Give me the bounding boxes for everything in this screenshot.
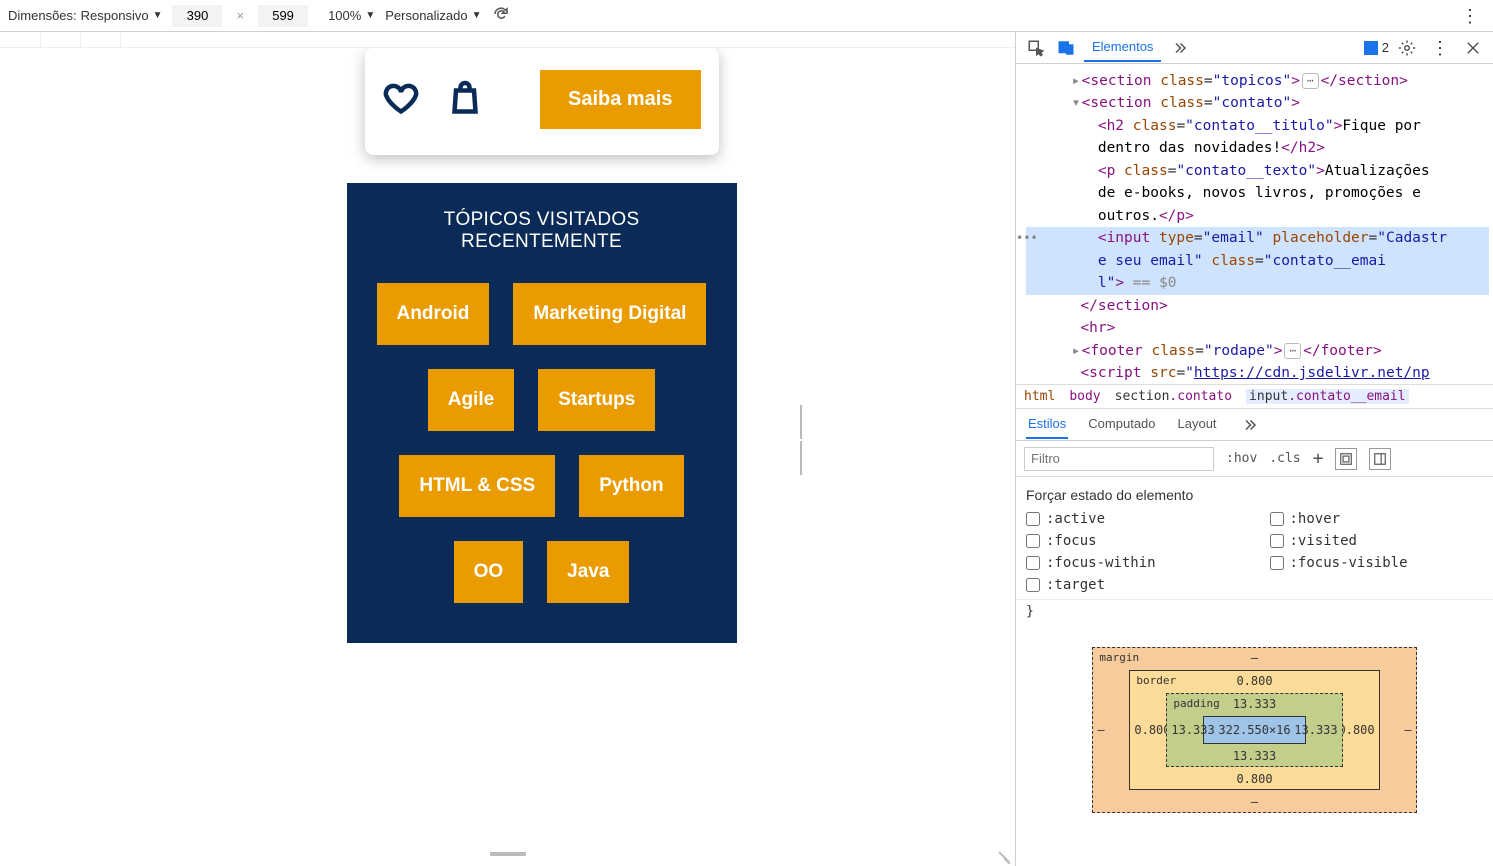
caret-down-icon: ▼ xyxy=(153,10,163,21)
topic-chip[interactable]: Java xyxy=(547,541,629,603)
topic-chip[interactable]: Android xyxy=(377,283,490,345)
topic-chip[interactable]: Startups xyxy=(538,369,655,431)
topic-chip[interactable]: Agile xyxy=(428,369,514,431)
tab-elements[interactable]: Elementos xyxy=(1084,33,1161,62)
issues-count: 2 xyxy=(1382,40,1389,55)
padding-label: padding xyxy=(1173,697,1219,710)
product-card: Saiba mais xyxy=(365,48,719,155)
device-toolbar: Dimensões: Responsivo ▼ × 100% ▼ Persona… xyxy=(0,0,1493,32)
hov-toggle[interactable]: :hov xyxy=(1226,451,1257,466)
crumb-input[interactable]: input.contato__email xyxy=(1246,389,1409,404)
viewport-pane: Saiba mais TÓPICOS VISITADOS RECENTEMENT… xyxy=(0,32,1015,866)
dimension-separator: × xyxy=(232,8,248,23)
throttle-value: Personalizado xyxy=(385,8,467,23)
force-state-panel: Forçar estado do elemento :active :hover… xyxy=(1016,477,1493,600)
devtools-tabbar: Elementos 2 ⋮ xyxy=(1016,32,1493,64)
border-label: border xyxy=(1136,674,1176,687)
caret-down-icon: ▼ xyxy=(472,10,482,21)
ruler xyxy=(0,32,1015,48)
sidebar-toggle-icon[interactable] xyxy=(1369,448,1391,470)
content-size[interactable]: 322.550×16 xyxy=(1203,716,1305,744)
topic-chip[interactable]: Marketing Digital xyxy=(513,283,706,345)
subtab-styles[interactable]: Estilos xyxy=(1026,410,1068,439)
width-input[interactable] xyxy=(172,5,222,27)
subtab-layout[interactable]: Layout xyxy=(1176,410,1219,439)
caret-down-icon: ▼ xyxy=(365,10,375,21)
state-visited[interactable]: :visited xyxy=(1270,533,1484,549)
throttle-dropdown[interactable]: Personalizado ▼ xyxy=(385,8,481,23)
empty-rule-brace: } xyxy=(1016,600,1493,623)
topic-chip[interactable]: OO xyxy=(454,541,524,603)
emulated-viewport: Saiba mais TÓPICOS VISITADOS RECENTEMENT… xyxy=(347,48,737,647)
devtools-menu[interactable]: ⋮ xyxy=(1425,39,1455,57)
dimensions-label: Dimensões: xyxy=(8,8,77,23)
state-focus-within[interactable]: :focus-within xyxy=(1026,555,1240,571)
crumb-html[interactable]: html xyxy=(1024,389,1055,404)
close-icon[interactable] xyxy=(1461,36,1485,60)
topics-title: TÓPICOS VISITADOS RECENTEMENTE xyxy=(365,209,719,253)
topic-chip[interactable]: Python xyxy=(579,455,683,517)
saiba-mais-button[interactable]: Saiba mais xyxy=(540,70,701,129)
state-target[interactable]: :target xyxy=(1026,577,1240,593)
topics-section: TÓPICOS VISITADOS RECENTEMENTE Android M… xyxy=(347,183,737,643)
crumb-section[interactable]: section.contato xyxy=(1115,389,1232,404)
height-input[interactable] xyxy=(258,5,308,27)
topics-grid: Android Marketing Digital Agile Startups… xyxy=(365,283,719,603)
resize-handle[interactable] xyxy=(800,405,808,475)
more-subtabs-icon[interactable] xyxy=(1237,413,1261,437)
computed-toggle-icon[interactable] xyxy=(1335,448,1357,470)
device-mode-icon[interactable] xyxy=(1054,36,1078,60)
contact-section: Fique por dentro das novidades! Atualiza… xyxy=(347,643,737,647)
styles-subtabs: Estilos Computado Layout xyxy=(1016,409,1493,441)
issues-icon xyxy=(1364,41,1378,55)
state-focus-visible[interactable]: :focus-visible xyxy=(1270,555,1484,571)
topic-chip[interactable]: HTML & CSS xyxy=(399,455,555,517)
styles-toolbar: :hov .cls + xyxy=(1016,441,1493,477)
state-hover[interactable]: :hover xyxy=(1270,511,1484,527)
breadcrumb[interactable]: html body section.contato input.contato_… xyxy=(1016,384,1493,409)
crumb-body[interactable]: body xyxy=(1069,389,1100,404)
subtab-computed[interactable]: Computado xyxy=(1086,410,1157,439)
margin-label: margin xyxy=(1099,651,1139,664)
heart-icon[interactable] xyxy=(383,80,419,119)
devtools-panel: Elementos 2 ⋮ ▸<section class="topicos">… xyxy=(1015,32,1493,866)
state-active[interactable]: :active xyxy=(1026,511,1240,527)
styles-filter-input[interactable] xyxy=(1024,447,1214,471)
bag-icon[interactable] xyxy=(447,80,483,119)
zoom-dropdown[interactable]: 100% ▼ xyxy=(328,8,375,23)
cls-toggle[interactable]: .cls xyxy=(1269,451,1300,466)
device-toolbar-menu[interactable]: ⋮ xyxy=(1455,7,1485,25)
more-tabs-icon[interactable] xyxy=(1167,36,1191,60)
force-state-title: Forçar estado do elemento xyxy=(1026,487,1483,503)
dom-tree[interactable]: ▸<section class="topicos">⋯</section> ▾<… xyxy=(1016,64,1493,384)
rotate-icon[interactable] xyxy=(492,5,510,26)
zoom-value: 100% xyxy=(328,8,361,23)
dimensions-mode: Responsivo xyxy=(81,8,149,23)
drawer-handle[interactable] xyxy=(0,842,1015,866)
state-focus[interactable]: :focus xyxy=(1026,533,1240,549)
issues-badge[interactable]: 2 xyxy=(1364,40,1389,55)
inspect-icon[interactable] xyxy=(1024,36,1048,60)
new-rule-icon[interactable]: + xyxy=(1313,448,1324,469)
dimensions-dropdown[interactable]: Dimensões: Responsivo ▼ xyxy=(8,8,162,23)
box-model[interactable]: margin ‒ ‒ ‒ ‒ border 0.800 0.800 0.800 … xyxy=(1016,623,1493,866)
gear-icon[interactable] xyxy=(1395,36,1419,60)
